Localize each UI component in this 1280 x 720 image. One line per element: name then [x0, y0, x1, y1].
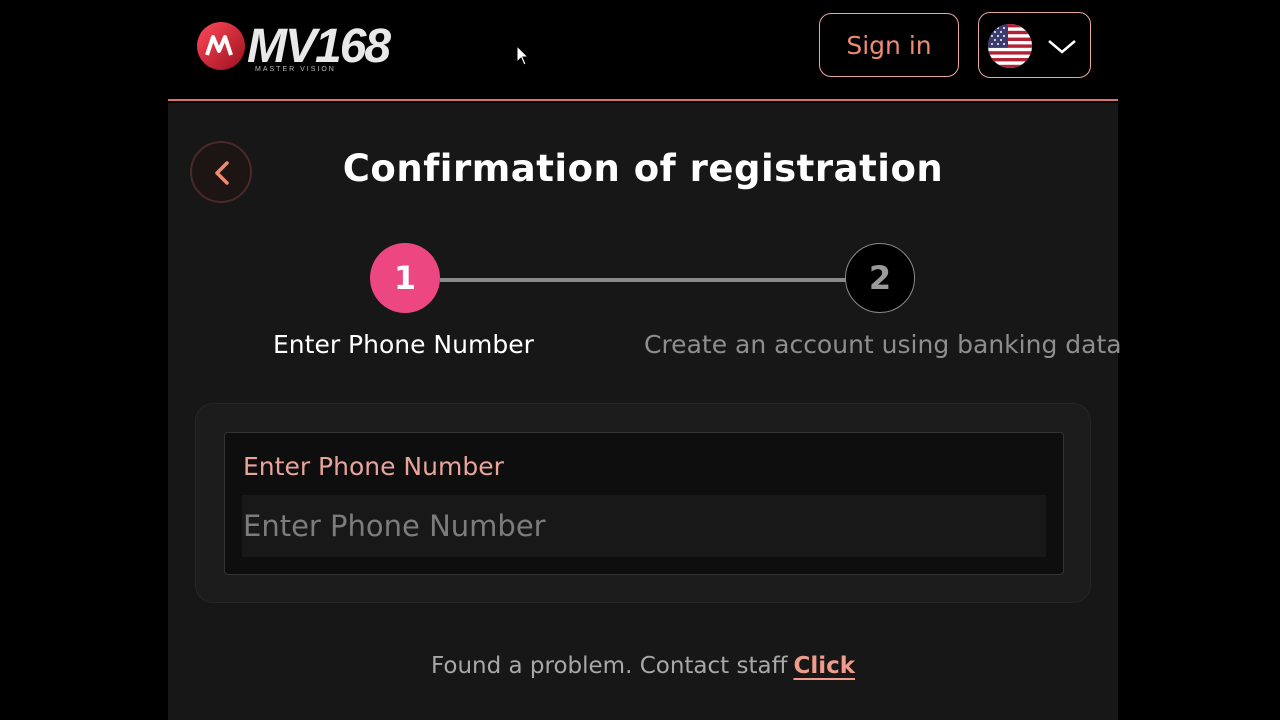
step-2-indicator: 2: [845, 243, 915, 313]
step-connector: [440, 278, 848, 282]
phone-form-card: Enter Phone Number: [195, 403, 1091, 603]
header: MV168 MASTER VISION Sign in: [168, 0, 1118, 101]
help-footer: Found a problem. Contact staff Click: [168, 653, 1118, 679]
phone-field-group: Enter Phone Number: [224, 432, 1064, 575]
mouse-cursor-icon: [516, 45, 530, 66]
contact-staff-link[interactable]: Click: [793, 653, 855, 679]
logo-tagline: MASTER VISION: [255, 66, 336, 73]
phone-input[interactable]: [242, 495, 1046, 557]
language-selector[interactable]: [978, 12, 1091, 78]
sign-in-button[interactable]: Sign in: [819, 13, 959, 77]
registration-panel: Confirmation of registration 1 2 Enter P…: [168, 103, 1122, 720]
mv168-logo[interactable]: MV168 MASTER VISION: [195, 17, 425, 75]
phone-field-label: Enter Phone Number: [243, 452, 504, 481]
help-text: Found a problem. Contact staff: [430, 653, 788, 679]
step-2-label: Create an account using banking data: [644, 330, 1122, 359]
chevron-down-icon: [1048, 40, 1076, 54]
step-1-label: Enter Phone Number: [273, 330, 534, 359]
step-1-indicator: 1: [370, 243, 440, 313]
page: MV168 MASTER VISION Sign in Confirmation…: [168, 0, 1122, 720]
page-title: Confirmation of registration: [342, 147, 944, 190]
us-flag-icon: [988, 24, 1032, 68]
